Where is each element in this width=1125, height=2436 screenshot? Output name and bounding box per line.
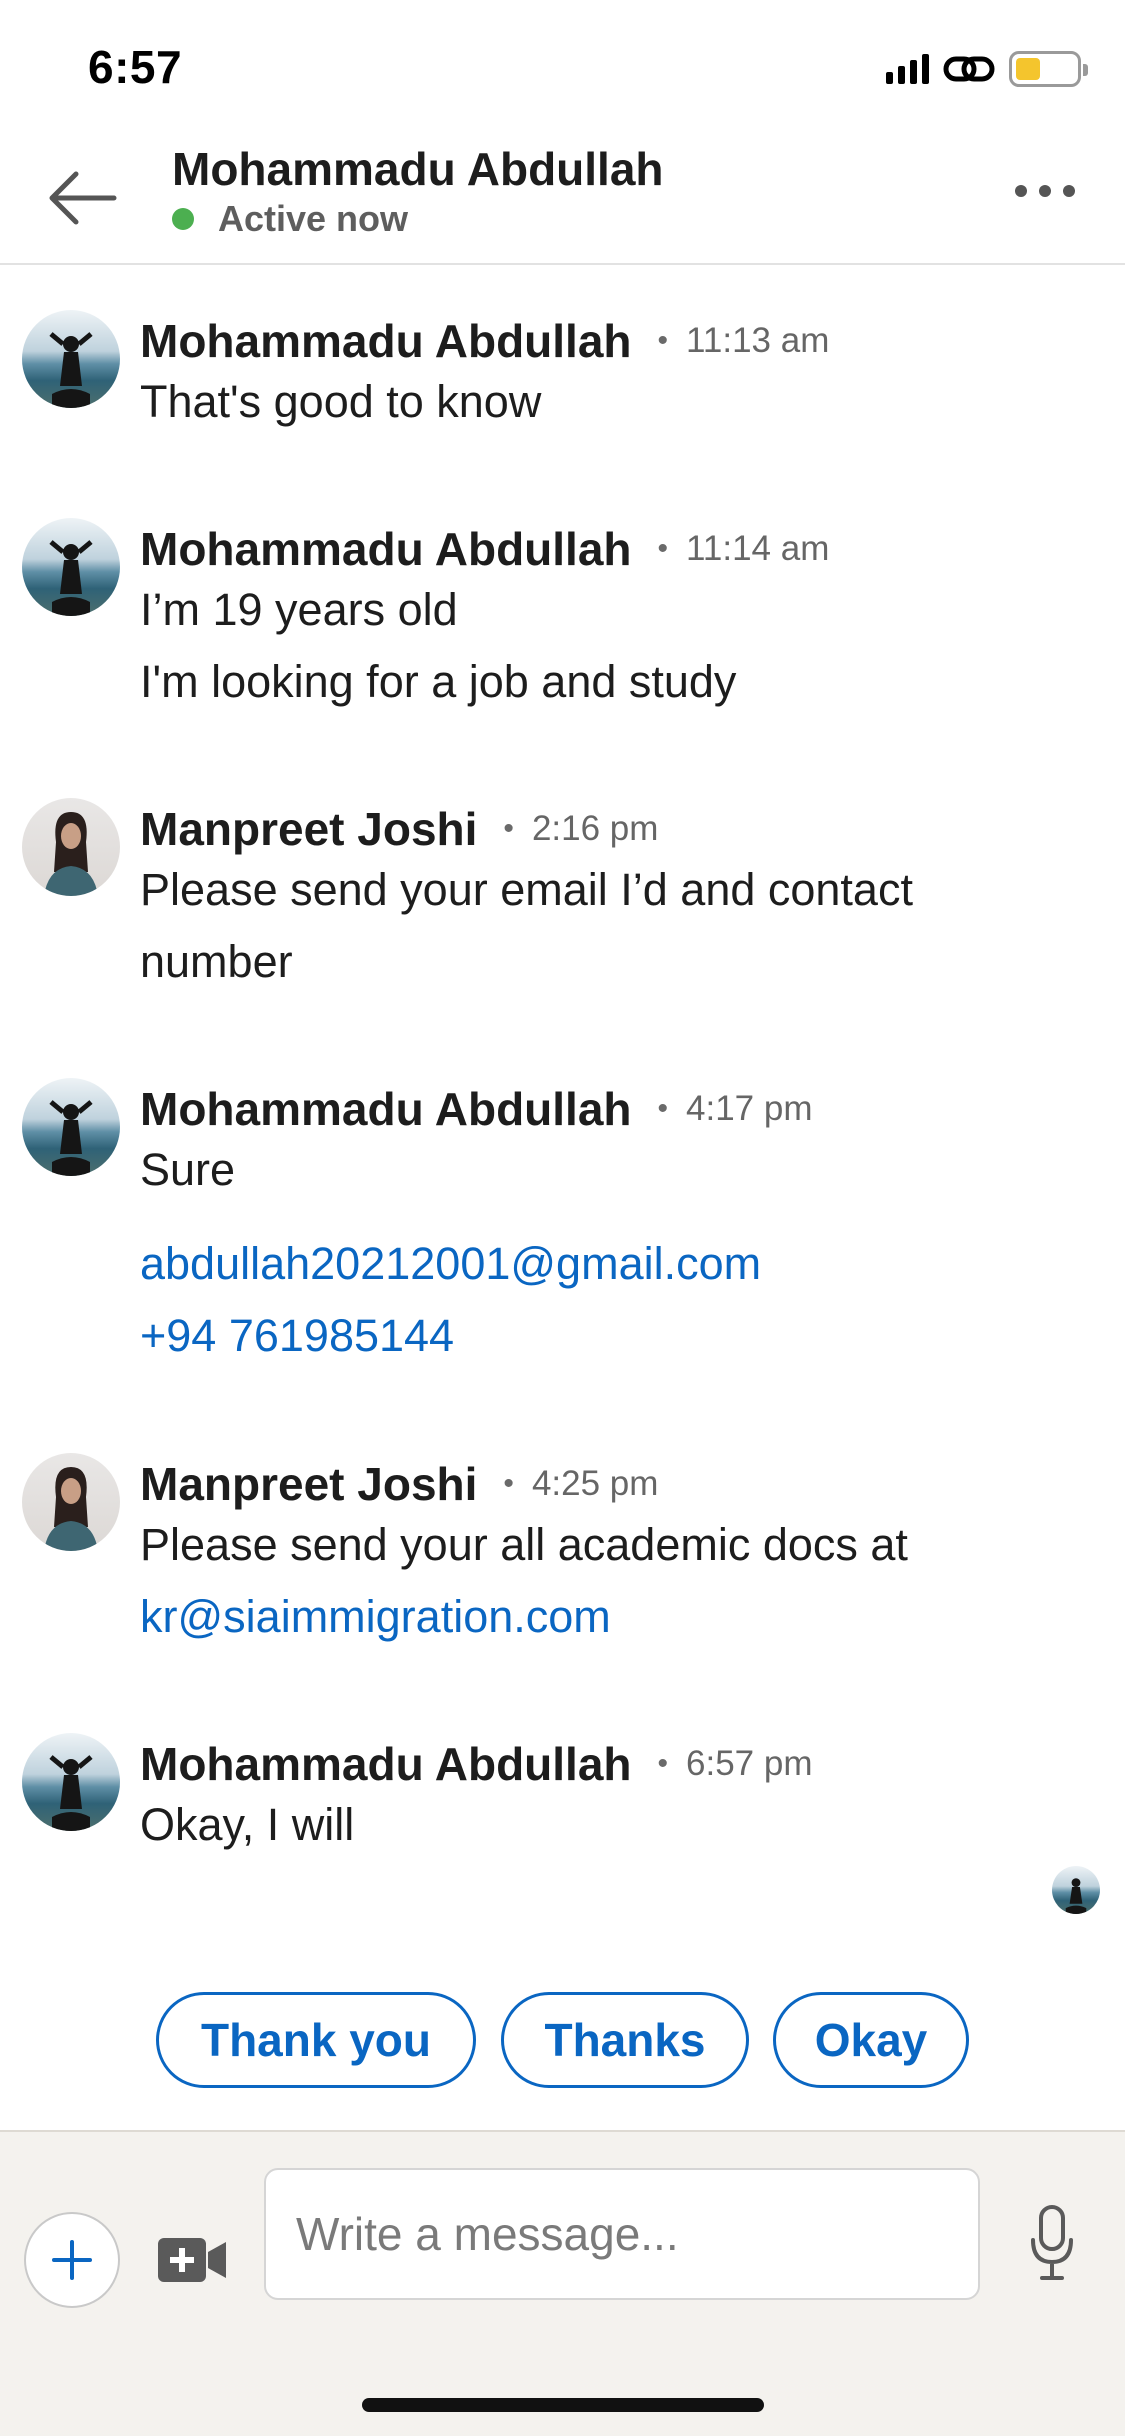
avatar[interactable] [22, 1733, 120, 1831]
avatar[interactable] [22, 310, 120, 408]
quick-reply-thanks[interactable]: Thanks [501, 1992, 749, 2088]
more-options-button[interactable] [1015, 185, 1075, 197]
message-header: Manpreet Joshi • 2:16 pm [140, 802, 658, 856]
back-button[interactable] [46, 168, 118, 228]
add-attachment-button[interactable] [24, 2212, 120, 2308]
sender-name[interactable]: Manpreet Joshi [140, 802, 477, 856]
message-input[interactable] [264, 2168, 980, 2300]
conversation-header: Mohammadu Abdullah Active now [0, 130, 1125, 265]
status-bar: 6:57 [0, 0, 1125, 130]
message-text: I’m 19 years old [140, 584, 458, 635]
sender-name[interactable]: Mohammadu Abdullah [140, 1082, 632, 1136]
quick-reply-okay[interactable]: Okay [773, 1992, 969, 2088]
read-receipt-avatar [1052, 1866, 1100, 1914]
message-text: Sure [140, 1144, 236, 1195]
separator-dot: • [503, 812, 514, 845]
message-text: Please send your email I’d and contact [140, 864, 913, 915]
microphone-icon [1031, 2205, 1073, 2280]
separator-dot: • [657, 1747, 669, 1780]
email-link[interactable]: abdullah20212001@gmail.com [140, 1238, 761, 1290]
message-text: I'm looking for a job and study [140, 656, 737, 707]
avatar[interactable] [22, 1078, 120, 1176]
separator-dot: • [503, 1467, 514, 1500]
message-text: number [140, 936, 293, 987]
voice-message-button[interactable] [1028, 2204, 1076, 2282]
message-time: 11:13 am [686, 321, 830, 360]
sender-name[interactable]: Manpreet Joshi [140, 1457, 477, 1511]
video-message-button[interactable] [156, 2234, 228, 2286]
home-indicator [362, 2398, 764, 2412]
message-time: 11:14 am [686, 529, 830, 568]
quick-replies: Thank you Thanks Okay [0, 1992, 1125, 2088]
message-text: Okay, I will [140, 1799, 355, 1850]
message-composer [0, 2130, 1125, 2436]
plus-icon [52, 2240, 92, 2280]
sender-name[interactable]: Mohammadu Abdullah [140, 1737, 632, 1791]
link-icon [943, 56, 995, 82]
avatar[interactable] [22, 1453, 120, 1551]
presence-status: Active now [172, 198, 408, 240]
message-header: Mohammadu Abdullah • 6:57 pm [140, 1737, 813, 1791]
message-time: 4:17 pm [686, 1089, 813, 1128]
cellular-signal-icon [886, 54, 929, 84]
message-header: Manpreet Joshi • 4:25 pm [140, 1457, 658, 1511]
separator-dot: • [657, 532, 669, 565]
message-header: Mohammadu Abdullah • 11:13 am [140, 314, 829, 368]
message-time: 2:16 pm [531, 809, 659, 848]
avatar[interactable] [22, 518, 120, 616]
message-time: 4:25 pm [531, 1464, 659, 1503]
contact-name[interactable]: Mohammadu Abdullah [172, 142, 664, 196]
status-icons [886, 48, 1088, 90]
conversation-screen: 6:57 Mohammadu Abdullah Active now Moham… [0, 0, 1125, 2436]
active-status-dot [172, 208, 194, 230]
battery-icon [1009, 51, 1088, 87]
message-text: Please send your all academic docs at [140, 1519, 908, 1570]
presence-text: Active now [218, 198, 409, 239]
separator-dot: • [657, 324, 669, 357]
more-horizontal-icon [1015, 185, 1027, 197]
message-time: 6:57 pm [686, 1744, 813, 1783]
phone-link[interactable]: +94 761985144 [140, 1310, 454, 1362]
video-camera-icon [158, 2238, 226, 2282]
separator-dot: • [657, 1092, 669, 1125]
message-text: That's good to know [140, 376, 542, 427]
quick-reply-thank-you[interactable]: Thank you [156, 1992, 476, 2088]
arrow-left-icon [49, 171, 117, 225]
sender-name[interactable]: Mohammadu Abdullah [140, 522, 632, 576]
message-header: Mohammadu Abdullah • 11:14 am [140, 522, 829, 576]
sender-name[interactable]: Mohammadu Abdullah [140, 314, 632, 368]
email-link[interactable]: kr@siaimmigration.com [140, 1591, 611, 1643]
message-header: Mohammadu Abdullah • 4:17 pm [140, 1082, 813, 1136]
status-time: 6:57 [88, 41, 183, 93]
avatar[interactable] [22, 798, 120, 896]
